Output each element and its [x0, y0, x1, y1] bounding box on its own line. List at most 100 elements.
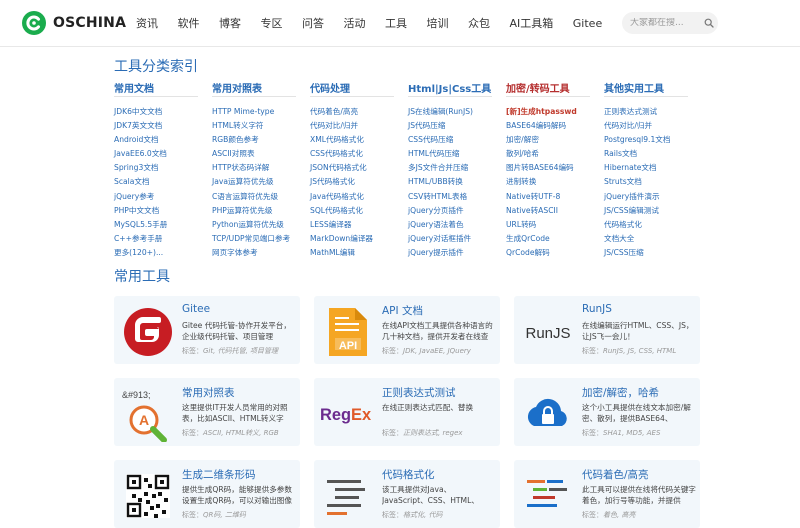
index-list-item: 网页字体参考 [212, 246, 310, 260]
tool-card[interactable]: API API 文档 在线API文档工具提供各种语言的几十种文档，提供开发者在线查标… [314, 296, 500, 364]
nav-item[interactable]: 众包 [468, 15, 490, 31]
index-link[interactable]: ASCII对照表 [212, 149, 255, 158]
index-link[interactable]: Scala文档 [114, 177, 150, 186]
index-link[interactable]: 散列/哈希 [506, 149, 539, 158]
index-link[interactable]: JS/CSS编辑测试 [604, 206, 659, 215]
index-link[interactable]: MarkDown编译器 [310, 234, 373, 243]
index-link[interactable]: PHP运算符优先级 [212, 206, 272, 215]
index-link[interactable]: Android文档 [114, 135, 159, 144]
index-link[interactable]: XML代码格式化 [310, 135, 364, 144]
index-link[interactable]: Python运算符优先级 [212, 220, 284, 229]
index-link[interactable]: QrCode解码 [506, 248, 550, 257]
tool-card[interactable]: RunJS RunJS 在线编辑运行HTML、CSS、JS，让JS飞一会儿！ 标签：R… [514, 296, 700, 364]
index-link[interactable]: PHP中文文档 [114, 206, 159, 215]
oschina-logo[interactable]: OSCHINA [22, 10, 126, 36]
tool-card-title[interactable]: Gitee [182, 303, 296, 318]
tool-card-title[interactable]: 常用对照表 [182, 385, 296, 400]
tool-card-title[interactable]: API 文档 [382, 303, 496, 318]
tool-card[interactable]: &#913; A 常用对照表 这里提供IT开发人员常用的对照表，比如ASCII、HTM… [114, 378, 300, 446]
index-link[interactable]: jQuery插件演示 [604, 192, 660, 201]
tool-card[interactable]: 代码格式化该工具提供对Java、JavaScript、CSS、HTML、JSON… [314, 460, 500, 528]
index-link[interactable]: Java运算符优先级 [212, 177, 274, 186]
index-link[interactable]: Spring3文档 [114, 163, 159, 172]
index-link[interactable]: JS在线编辑(RunJS) [408, 107, 473, 116]
index-link[interactable]: HTML/UBB转换 [408, 177, 463, 186]
nav-item[interactable]: 资讯 [136, 15, 158, 31]
index-link[interactable]: HTTP Mime-type [212, 107, 274, 116]
index-link[interactable]: 多JS文件合并压缩 [408, 163, 468, 172]
index-link[interactable]: 文档大全 [604, 234, 634, 243]
tool-card-title[interactable]: RunJS [582, 303, 696, 318]
index-link[interactable]: BASE64编码解码 [506, 121, 566, 130]
index-link[interactable]: Postgresql9.1文档 [604, 135, 671, 144]
nav-item[interactable]: Gitee [573, 17, 602, 30]
index-link[interactable]: HTML代码压缩 [408, 149, 460, 158]
index-link[interactable]: 进制转换 [506, 177, 536, 186]
nav-item[interactable]: AI工具箱 [510, 15, 554, 31]
index-link[interactable]: MySQL5.5手册 [114, 220, 167, 229]
index-link[interactable]: C语言运算符优先级 [212, 192, 278, 201]
nav-item[interactable]: 活动 [344, 15, 366, 31]
index-link[interactable]: JS/CSS压缩 [604, 248, 644, 257]
index-link[interactable]: C++参考手册 [114, 234, 162, 243]
index-link[interactable]: SQL代码格式化 [310, 206, 363, 215]
index-link[interactable]: URL转码 [506, 220, 536, 229]
index-link[interactable]: JSON代码格式化 [310, 163, 367, 172]
index-link[interactable]: Native转ASCII [506, 206, 558, 215]
tool-card[interactable]: RegEx 正则表达式测试 在线正则表达式匹配、替换 标签：正则表达式, regex [314, 378, 500, 446]
index-link[interactable]: HTML转义字符 [212, 121, 264, 130]
index-link[interactable]: JDK7英文文档 [114, 121, 162, 130]
tool-card[interactable]: Gitee Gitee 代码托管-协作开发平台，企业级代码托管、项目管理 标签：Gi… [114, 296, 300, 364]
nav-item[interactable]: 工具 [385, 15, 407, 31]
index-link[interactable]: 更多(120+)... [114, 248, 163, 257]
index-link[interactable]: 正则表达式测试 [604, 107, 657, 116]
index-link[interactable]: 代码对比/归并 [310, 121, 358, 130]
index-link[interactable]: JavaEE6.0文档 [114, 149, 167, 158]
index-link[interactable]: 代码格式化 [604, 220, 642, 229]
index-link[interactable]: Struts文档 [604, 177, 642, 186]
tool-card[interactable]: 代码着色/高亮 此工具可以提供在线将代码关键字着色，加行号等功能，并提供 标签：着色… [514, 460, 700, 528]
index-link[interactable]: CSS代码格式化 [310, 149, 363, 158]
index-link[interactable]: 加密/解密 [506, 135, 539, 144]
index-link[interactable]: jQuery参考 [114, 192, 154, 201]
index-link[interactable]: 代码对比/归并 [604, 121, 652, 130]
index-link[interactable]: 生成QrCode [506, 234, 550, 243]
index-link[interactable]: jQuery语法着色 [408, 220, 464, 229]
index-link[interactable]: 代码着色/高亮 [310, 107, 358, 116]
index-link[interactable]: MathML编辑 [310, 248, 355, 257]
index-link[interactable]: CSS代码压缩 [408, 135, 453, 144]
index-link[interactable]: JS代码格式化 [310, 177, 355, 186]
search-box[interactable] [622, 12, 718, 34]
index-link-hot[interactable]: [新]生成htpasswd [506, 107, 577, 116]
index-link[interactable]: Native转UTF-8 [506, 192, 560, 201]
index-link[interactable]: LESS编译器 [310, 220, 351, 229]
index-link[interactable]: HTTP状态码详解 [212, 163, 269, 172]
nav-item[interactable]: 软件 [178, 15, 200, 31]
nav-item[interactable]: 培训 [427, 15, 449, 31]
nav-item[interactable]: 博客 [219, 15, 241, 31]
index-link[interactable]: jQuery对话框插件 [408, 234, 471, 243]
tool-card-title[interactable]: 代码格式化 [382, 467, 496, 482]
index-link[interactable]: JS代码压缩 [408, 121, 445, 130]
nav-item[interactable]: 专区 [261, 15, 283, 31]
index-link[interactable]: TCP/UDP常见端口参考 [212, 234, 290, 243]
tool-card-title[interactable]: 正则表达式测试 [382, 385, 496, 400]
index-link[interactable]: Hibernate文档 [604, 163, 657, 172]
index-link[interactable]: JDK6中文文档 [114, 107, 162, 116]
tool-card[interactable]: 加密/解密，哈希 这个小工具提供在线文本加密/解密、散列，提供BASE64、 标签：… [514, 378, 700, 446]
index-link[interactable]: CSV转HTML表格 [408, 192, 467, 201]
search-icon[interactable] [704, 18, 714, 28]
tool-card-title[interactable]: 代码着色/高亮 [582, 467, 696, 482]
index-link[interactable]: 网页字体参考 [212, 248, 258, 257]
nav-item[interactable]: 问答 [302, 15, 324, 31]
search-input[interactable] [630, 18, 702, 28]
tool-card-title[interactable]: 生成二维条形码 [182, 467, 296, 482]
index-link[interactable]: 图片转BASE64编码 [506, 163, 574, 172]
index-link[interactable]: Rails文档 [604, 149, 637, 158]
tool-card-title[interactable]: 加密/解密，哈希 [582, 385, 696, 400]
tool-card[interactable]: 生成二维条形码 提供生成QR码，能够提供多参数设置生成QR码，可以对输出图像 标签：… [114, 460, 300, 528]
index-link[interactable]: RGB颜色参考 [212, 135, 259, 144]
index-link[interactable]: Java代码格式化 [310, 192, 364, 201]
index-link[interactable]: jQuery提示插件 [408, 248, 464, 257]
index-link[interactable]: jQuery分页插件 [408, 206, 464, 215]
